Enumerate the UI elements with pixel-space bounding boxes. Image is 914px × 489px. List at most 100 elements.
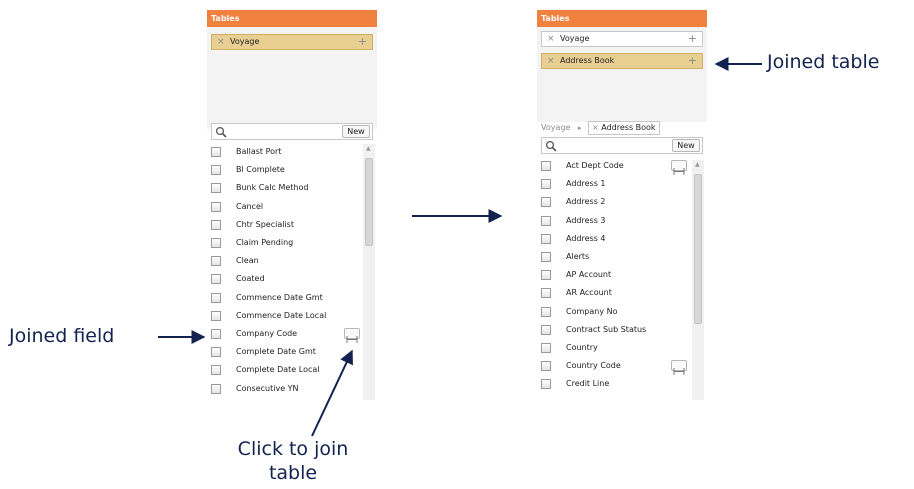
field-row[interactable]: Contract Sub Status xyxy=(537,322,697,340)
field-row[interactable]: Claim Pending xyxy=(207,235,367,253)
field-row[interactable]: Commence Date Gmt xyxy=(207,290,367,308)
field-checkbox[interactable] xyxy=(541,361,551,372)
field-checkbox[interactable] xyxy=(211,201,221,212)
scrollbar[interactable]: ▲ xyxy=(363,144,375,400)
table-tag-address-book[interactable]: × Address Book + xyxy=(541,53,703,69)
table-tag-voyage[interactable]: × Voyage + xyxy=(541,31,703,47)
field-label: Act Dept Code xyxy=(566,161,624,170)
new-button[interactable]: New xyxy=(672,139,700,152)
breadcrumb-current[interactable]: × Address Book xyxy=(588,121,660,135)
join-table-icon[interactable] xyxy=(344,328,360,343)
field-checkbox[interactable] xyxy=(211,238,221,248)
field-row[interactable]: Country Code xyxy=(537,358,697,376)
scroll-up-icon[interactable]: ▲ xyxy=(695,161,700,168)
field-row[interactable]: Country xyxy=(537,340,697,358)
add-icon[interactable]: + xyxy=(358,35,367,49)
table-label: Voyage xyxy=(560,34,590,43)
field-label: Alerts xyxy=(566,252,590,261)
field-label: Complete Date Gmt xyxy=(236,347,316,357)
field-label: Credit Line xyxy=(566,379,610,389)
field-label: Country xyxy=(566,343,598,352)
field-checkbox[interactable] xyxy=(211,365,221,376)
field-checkbox[interactable] xyxy=(211,310,221,321)
field-row[interactable]: Ballast Port xyxy=(207,144,367,162)
field-checkbox[interactable] xyxy=(211,183,221,194)
field-label: Commence Date Local xyxy=(236,310,327,320)
add-icon[interactable]: + xyxy=(688,32,697,46)
field-label: Ballast Port xyxy=(236,147,282,156)
field-row[interactable]: Address 2 xyxy=(537,194,697,212)
field-checkbox[interactable] xyxy=(211,256,221,267)
field-row[interactable]: Coated xyxy=(207,271,367,289)
field-checkbox[interactable] xyxy=(541,379,551,390)
field-label: Address 1 xyxy=(566,179,606,189)
add-icon[interactable]: + xyxy=(688,54,697,68)
field-row[interactable]: Alerts xyxy=(537,249,697,267)
field-checkbox[interactable] xyxy=(541,324,551,335)
field-checkbox[interactable] xyxy=(211,165,221,176)
field-checkbox[interactable] xyxy=(541,197,551,208)
field-row[interactable]: Bunk Calc Method xyxy=(207,180,367,198)
field-label: Cancel xyxy=(236,201,264,211)
joined-field-annotation: Joined field xyxy=(9,325,115,347)
field-row[interactable]: Address 4 xyxy=(537,231,697,249)
field-checkbox[interactable] xyxy=(541,233,551,244)
field-row[interactable]: Consecutive YN xyxy=(207,381,367,399)
field-checkbox[interactable] xyxy=(541,306,551,317)
field-row[interactable]: AR Account xyxy=(537,285,697,303)
scroll-up-icon[interactable]: ▲ xyxy=(366,145,371,152)
field-checkbox[interactable] xyxy=(541,252,551,262)
field-row[interactable]: Address 1 xyxy=(537,176,697,194)
field-row[interactable]: Complete Date Gmt xyxy=(207,344,367,362)
field-checkbox[interactable] xyxy=(211,147,221,157)
breadcrumb-root[interactable]: Voyage xyxy=(541,121,570,135)
field-row[interactable]: Commence Date Local xyxy=(207,308,367,326)
field-row[interactable]: Bl Complete xyxy=(207,162,367,180)
new-button[interactable]: New xyxy=(342,125,370,138)
field-checkbox[interactable] xyxy=(211,274,221,285)
scroll-thumb[interactable] xyxy=(694,174,702,324)
field-checkbox[interactable] xyxy=(211,383,221,394)
field-row[interactable]: Credit Line xyxy=(537,376,697,394)
field-checkbox[interactable] xyxy=(541,215,551,226)
remove-icon[interactable]: × xyxy=(217,35,225,49)
breadcrumb-current-label: Address Book xyxy=(601,123,656,132)
field-label: AR Account xyxy=(566,288,612,298)
field-search-box[interactable]: New xyxy=(541,137,703,154)
field-row[interactable]: Company No xyxy=(537,304,697,322)
tables-area: × Voyage + xyxy=(207,27,377,129)
field-label: Commence Date Gmt xyxy=(236,292,323,302)
remove-icon[interactable]: × xyxy=(547,54,555,68)
field-row[interactable]: Chtr Specialist xyxy=(207,217,367,235)
scrollbar[interactable]: ▲ xyxy=(692,160,704,400)
click-to-join-line-1: Click to join xyxy=(237,438,349,460)
join-table-icon[interactable] xyxy=(671,160,687,175)
field-checkbox[interactable] xyxy=(211,329,221,339)
field-checkbox[interactable] xyxy=(211,347,221,358)
tables-area: × Voyage + × Address Book + xyxy=(537,27,707,122)
field-row[interactable]: Act Dept Code xyxy=(537,158,697,176)
field-checkbox[interactable] xyxy=(541,343,551,353)
field-checkbox[interactable] xyxy=(541,179,551,190)
remove-icon[interactable]: × xyxy=(547,32,555,46)
field-row[interactable]: Cancel xyxy=(207,199,367,217)
field-checkbox[interactable] xyxy=(211,292,221,303)
field-row[interactable]: AP Account xyxy=(537,267,697,285)
scroll-thumb[interactable] xyxy=(365,158,373,246)
field-checkbox[interactable] xyxy=(211,219,221,230)
field-label: Bunk Calc Method xyxy=(236,183,309,193)
join-table-icon[interactable] xyxy=(671,360,687,376)
field-label: Address 2 xyxy=(566,197,606,207)
table-label: Voyage xyxy=(230,37,260,46)
field-row[interactable]: Company Code xyxy=(207,326,367,344)
field-checkbox[interactable] xyxy=(541,288,551,299)
breadcrumb: Voyage ▸ × Address Book xyxy=(541,121,701,135)
table-tag-voyage[interactable]: × Voyage + xyxy=(211,34,373,50)
field-row[interactable]: Complete Date Local xyxy=(207,362,367,380)
field-checkbox[interactable] xyxy=(541,161,551,171)
field-row[interactable]: Address 3 xyxy=(537,213,697,231)
remove-icon[interactable]: × xyxy=(592,123,599,132)
field-search-box[interactable]: New xyxy=(211,123,373,140)
field-row[interactable]: Clean xyxy=(207,253,367,271)
field-checkbox[interactable] xyxy=(541,270,551,281)
